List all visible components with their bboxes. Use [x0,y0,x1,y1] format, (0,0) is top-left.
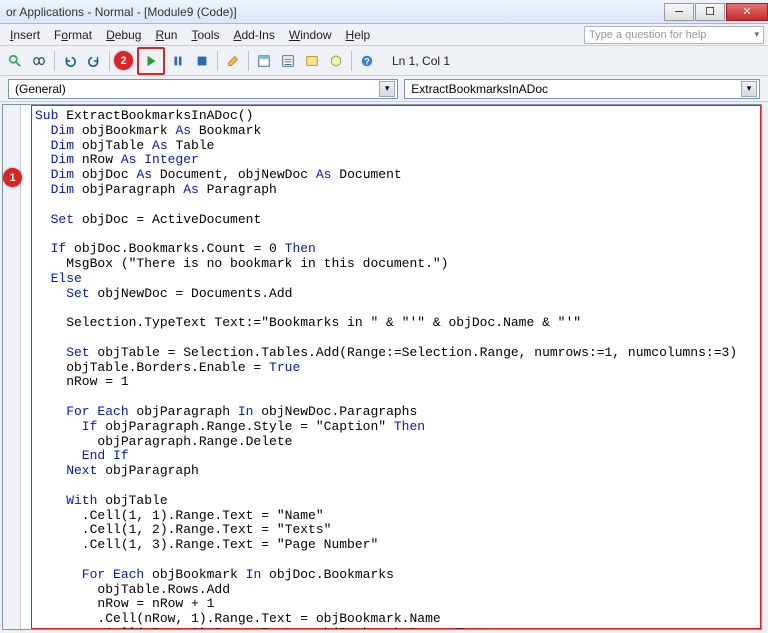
code-content: Sub ExtractBookmarksInADoc() Dim objBook… [35,109,762,630]
toolbar-separator [54,51,55,71]
reset-button[interactable] [191,50,213,72]
toolbar-separator [217,51,218,71]
toolbar-separator [109,51,110,71]
properties-button[interactable] [277,50,299,72]
menu-help[interactable]: Help [340,26,377,44]
cursor-position: Ln 1, Col 1 [392,54,450,68]
help-search-box[interactable]: Type a question for help ▾ [584,26,764,44]
project-explorer-button[interactable] [253,50,275,72]
menu-window[interactable]: Window [283,26,338,44]
run-button[interactable] [140,50,162,72]
svg-text:?: ? [364,56,369,66]
procedure-combobox[interactable]: ExtractBookmarksInADoc ▾ [404,79,760,99]
window-controls: ─ ☐ ✕ [663,3,768,21]
toolbox-button[interactable] [325,50,347,72]
window-title: or Applications - Normal - [Module9 (Cod… [6,5,237,19]
menu-addins[interactable]: Add-Ins [227,26,280,44]
object-combobox[interactable]: (General) ▾ [8,79,398,99]
callout-1: 1 [3,168,22,187]
procedure-combobox-value: ExtractBookmarksInADoc [411,82,548,96]
toolbar-separator [351,51,352,71]
redo-button[interactable] [83,50,105,72]
design-mode-button[interactable] [222,50,244,72]
help-button[interactable]: ? [356,50,378,72]
callout-2: 2 [114,51,133,70]
toolbar-separator [248,51,249,71]
undo-button[interactable] [59,50,81,72]
menu-debug[interactable]: Debug [100,26,147,44]
help-placeholder: Type a question for help [589,29,706,41]
toolbar: 2 ? Ln 1, Col 1 [0,46,768,76]
object-procedure-row: (General) ▾ ExtractBookmarksInADoc ▾ [0,76,768,102]
code-editor[interactable]: Sub ExtractBookmarksInADoc() Dim objBook… [2,104,762,630]
menu-insert[interactable]: Insert [4,26,46,44]
chevron-down-icon: ▾ [379,81,395,97]
maximize-button[interactable]: ☐ [695,3,725,21]
close-button[interactable]: ✕ [726,3,768,21]
menubar: Insert Format Debug Run Tools Add-Ins Wi… [0,24,768,46]
menu-format[interactable]: Format [48,26,98,44]
chevron-down-icon: ▾ [741,81,757,97]
find-button[interactable] [4,50,26,72]
run-button-highlight [137,47,165,75]
menubar-items: Insert Format Debug Run Tools Add-Ins Wi… [4,26,376,44]
chevron-down-icon: ▾ [754,29,759,40]
break-button[interactable] [167,50,189,72]
menu-tools[interactable]: Tools [185,26,225,44]
minimize-button[interactable]: ─ [664,3,694,21]
titlebar: or Applications - Normal - [Module9 (Cod… [0,0,768,24]
replace-button[interactable] [28,50,50,72]
object-combobox-value: (General) [15,82,66,96]
object-browser-button[interactable] [301,50,323,72]
menu-run[interactable]: Run [149,26,183,44]
